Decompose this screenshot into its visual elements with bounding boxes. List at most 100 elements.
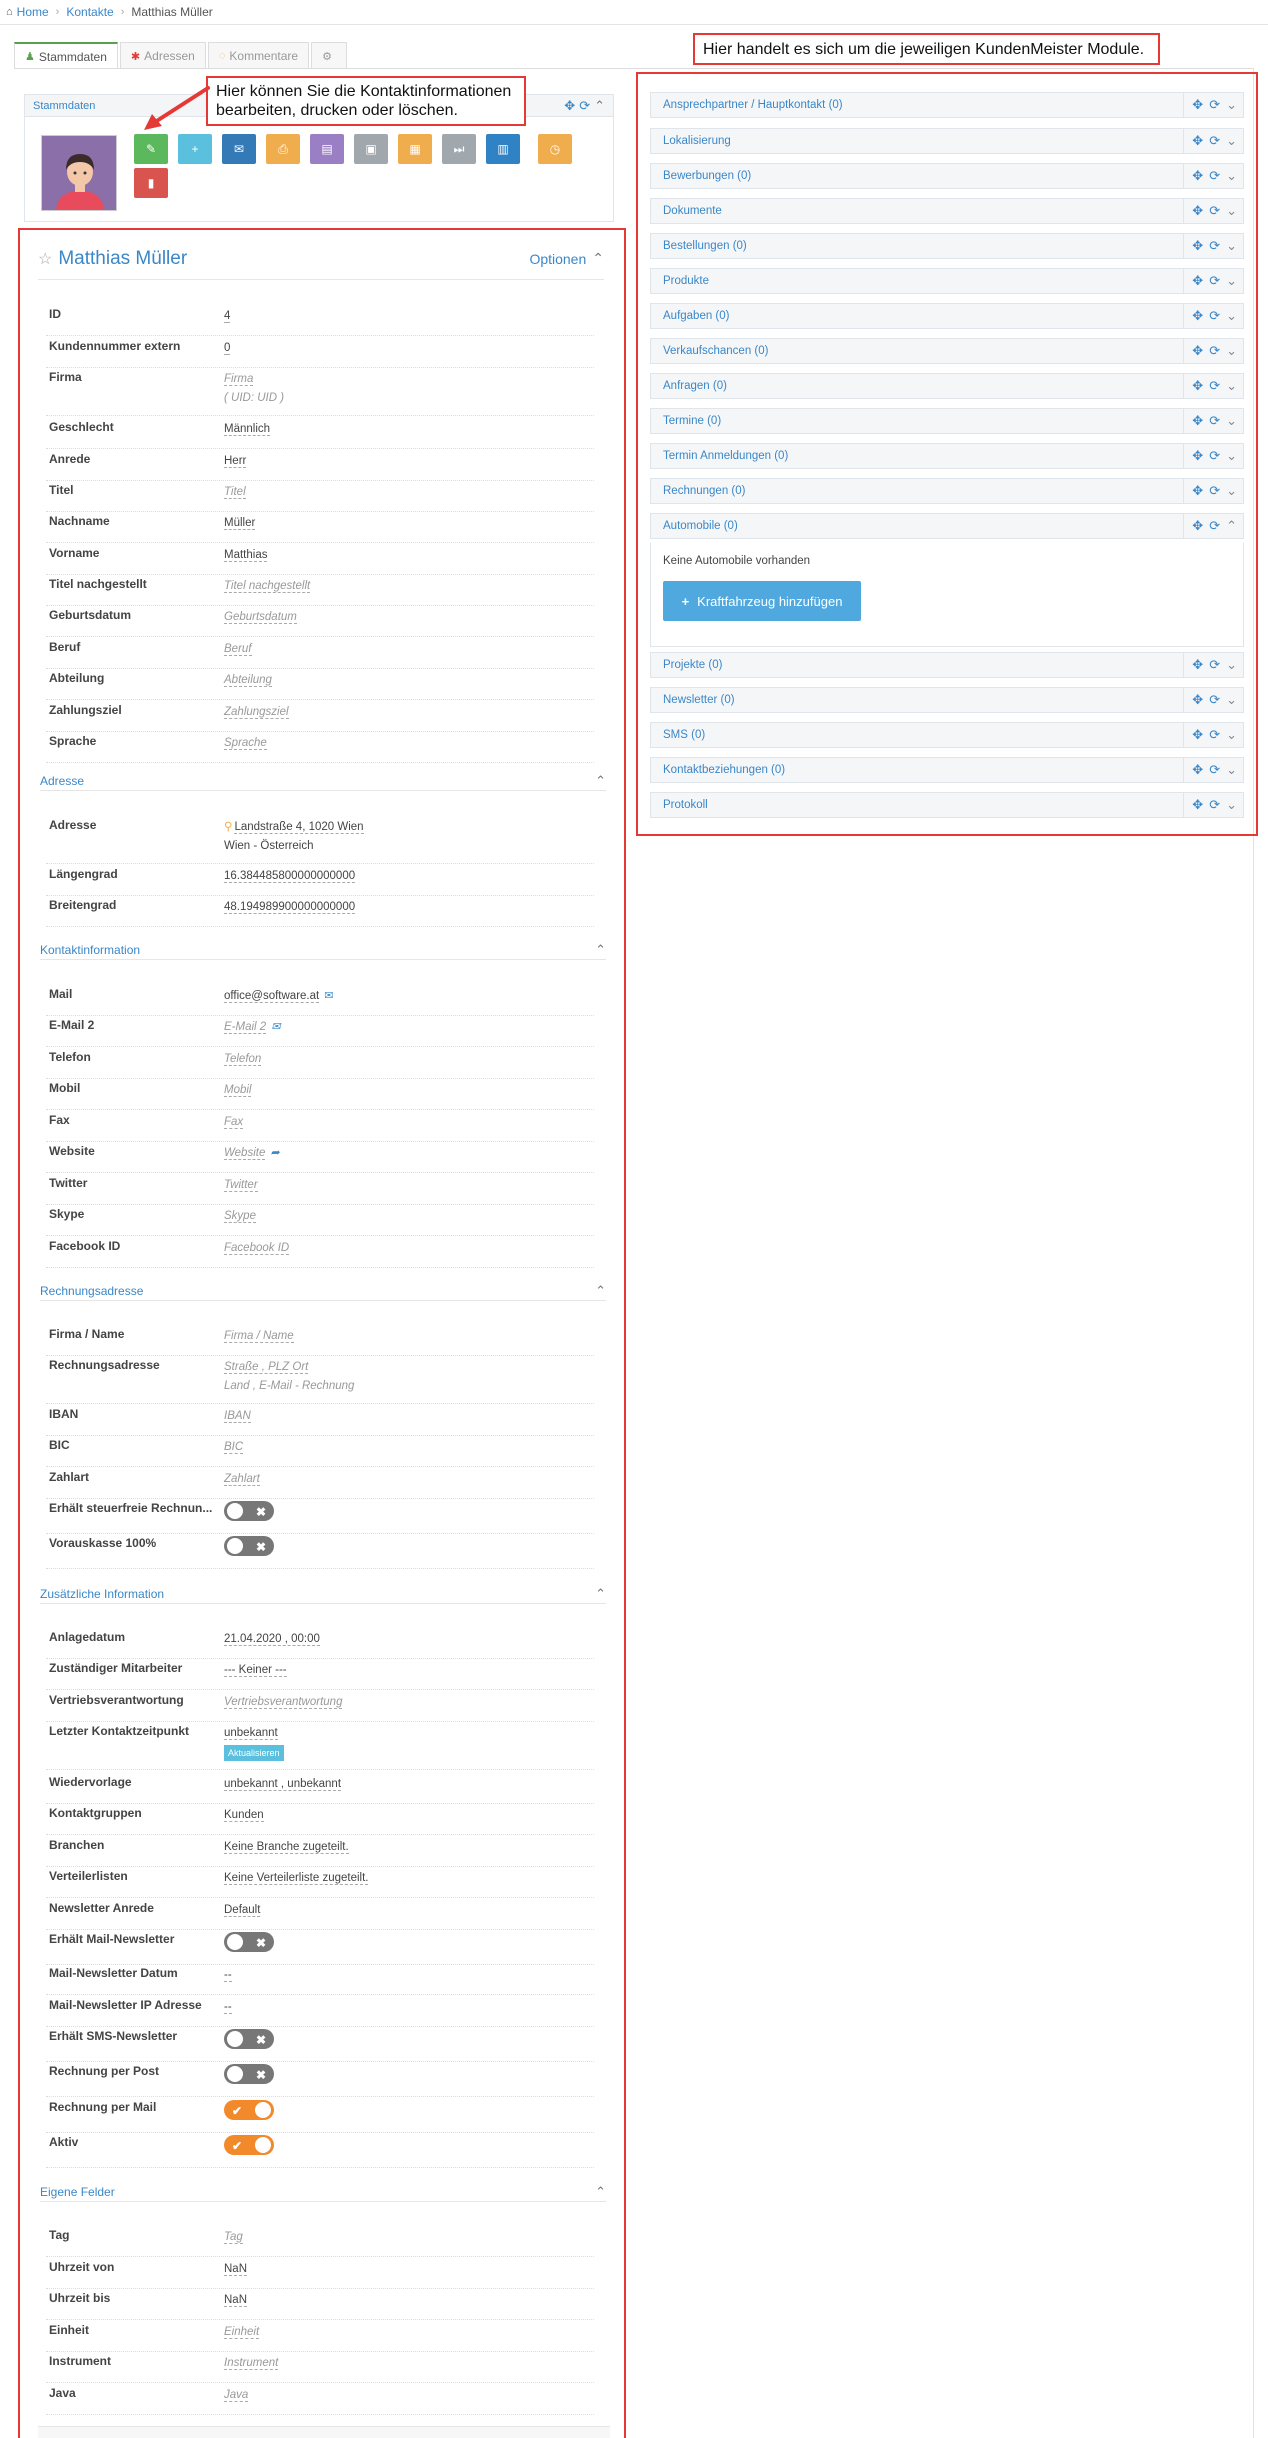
field-value-letzter_kontakt[interactable]: unbekannt Aktualisieren: [224, 1724, 284, 1763]
module-panel-header[interactable]: Lokalisierung ✥ ⟳ ⌄: [650, 128, 1244, 154]
toggle-switch[interactable]: ✔: [224, 2100, 274, 2120]
share-icon[interactable]: ➦: [270, 1147, 279, 1159]
section-rechnung[interactable]: Rechnungsadresse ⌃: [40, 1281, 606, 1301]
field-value-mitarbeiter[interactable]: --- Keiner ---: [224, 1661, 287, 1680]
module-title[interactable]: Newsletter (0): [663, 694, 735, 706]
module-panel-header[interactable]: Bestellungen (0) ✥ ⟳ ⌄: [650, 233, 1244, 259]
module-panel-header[interactable]: Ansprechpartner / Hauptkontakt (0) ✥ ⟳ ⌄: [650, 92, 1244, 118]
save-button[interactable]: ▦: [398, 134, 432, 164]
field-value-wiedervorlage[interactable]: unbekannt , unbekannt: [224, 1775, 342, 1794]
move-icon[interactable]: ✥: [1192, 238, 1203, 254]
module-panel-header[interactable]: Dokumente ✥ ⟳ ⌄: [650, 198, 1244, 224]
field-value-beruf[interactable]: Beruf: [224, 640, 252, 659]
move-icon[interactable]: ✥: [1192, 203, 1203, 219]
email-button[interactable]: ✉: [222, 134, 256, 164]
chevron-down-icon[interactable]: ⌄: [1226, 168, 1237, 184]
module-panel-header[interactable]: SMS (0) ✥ ⟳ ⌄: [650, 722, 1244, 748]
chevron-down-icon[interactable]: ⌄: [1226, 133, 1237, 149]
chevron-down-icon[interactable]: ⌄: [1226, 308, 1237, 324]
forward-button[interactable]: ⏭: [442, 134, 476, 164]
module-panel-header[interactable]: Verkaufschancen (0) ✥ ⟳ ⌄: [650, 338, 1244, 364]
field-value-zahlart[interactable]: Zahlart: [224, 1470, 260, 1489]
move-icon[interactable]: ✥: [1192, 448, 1203, 464]
move-icon[interactable]: ✥: [1192, 413, 1203, 429]
field-value-nachname[interactable]: Müller: [224, 514, 256, 533]
toggle-switch[interactable]: ✔: [224, 2135, 274, 2155]
move-icon[interactable]: ✥: [1192, 727, 1203, 743]
field-value-kundennummer[interactable]: 0: [224, 339, 231, 358]
chevron-down-icon[interactable]: ⌄: [1226, 727, 1237, 743]
toggle-switch[interactable]: ✖: [224, 1501, 274, 1521]
chevron-down-icon[interactable]: ⌄: [1226, 97, 1237, 113]
chevron-down-icon[interactable]: ⌄: [1226, 692, 1237, 708]
field-value-firma_name[interactable]: Firma / Name: [224, 1327, 294, 1346]
field-value-skype[interactable]: Skype: [224, 1207, 256, 1226]
module-title[interactable]: Bewerbungen (0): [663, 170, 751, 182]
chevron-down-icon[interactable]: ⌄: [1226, 378, 1237, 394]
refresh-icon[interactable]: ⟳: [1209, 133, 1220, 149]
module-title[interactable]: Bestellungen (0): [663, 240, 747, 252]
field-value-einheit[interactable]: Einheit: [224, 2323, 260, 2342]
field-value-tag[interactable]: Tag: [224, 2228, 243, 2247]
field-value-iban[interactable]: IBAN: [224, 1407, 251, 1426]
module-panel-header[interactable]: Newsletter (0) ✥ ⟳ ⌄: [650, 687, 1244, 713]
field-value-kontaktgruppen[interactable]: Kunden: [224, 1806, 264, 1825]
envelope-icon[interactable]: ✉: [271, 1021, 280, 1033]
tab-settings[interactable]: ⚙: [311, 42, 347, 69]
field-value-mobil[interactable]: Mobil: [224, 1081, 252, 1100]
pdf-button[interactable]: ▥: [486, 134, 520, 164]
refresh-icon[interactable]: ⟳: [1209, 238, 1220, 254]
envelope-icon[interactable]: ✉: [324, 990, 333, 1002]
image-button[interactable]: ▣: [354, 134, 388, 164]
field-value-vertrieb[interactable]: Vertriebsverantwortung: [224, 1693, 343, 1712]
move-icon[interactable]: ✥: [1192, 97, 1203, 113]
field-value-vorname[interactable]: Matthias: [224, 546, 268, 565]
move-icon[interactable]: ✥: [1192, 797, 1203, 813]
field-value-id[interactable]: 4: [224, 307, 231, 326]
timer-button[interactable]: ◷: [538, 134, 572, 164]
refresh-icon[interactable]: ⟳: [1209, 413, 1220, 429]
module-title[interactable]: SMS (0): [663, 729, 705, 741]
field-value-uhrzeit_von[interactable]: NaN: [224, 2260, 248, 2279]
refresh-icon[interactable]: ⟳: [1209, 203, 1220, 219]
module-title[interactable]: Kontaktbeziehungen (0): [663, 764, 785, 776]
refresh-icon[interactable]: ⟳: [1209, 378, 1220, 394]
section-adresse[interactable]: Adresse ⌃: [40, 771, 606, 791]
module-title[interactable]: Lokalisierung: [663, 135, 731, 147]
move-icon[interactable]: ✥: [1192, 692, 1203, 708]
toggle-switch[interactable]: ✖: [224, 2029, 274, 2049]
refresh-icon[interactable]: ⟳: [1209, 97, 1220, 113]
module-panel-header[interactable]: Kontaktbeziehungen (0) ✥ ⟳ ⌄: [650, 757, 1244, 783]
field-value-laengengrad[interactable]: 16.384485800000000000: [224, 867, 356, 886]
move-icon[interactable]: ✥: [1192, 657, 1203, 673]
module-title[interactable]: Termine (0): [663, 415, 721, 427]
document-button[interactable]: ▤: [310, 134, 344, 164]
move-icon[interactable]: ✥: [564, 98, 575, 114]
module-panel-header[interactable]: Anfragen (0) ✥ ⟳ ⌄: [650, 373, 1244, 399]
tab-adressen[interactable]: ✱ Adressen: [119, 42, 206, 69]
chevron-down-icon[interactable]: ⌄: [1226, 343, 1237, 359]
field-value-twitter[interactable]: Twitter: [224, 1176, 258, 1195]
chevron-down-icon[interactable]: ⌄: [1226, 762, 1237, 778]
field-value-titel_nach[interactable]: Titel nachgestellt: [224, 577, 311, 596]
module-title[interactable]: Aufgaben (0): [663, 310, 730, 322]
chevron-down-icon[interactable]: ⌄: [1226, 413, 1237, 429]
field-value-mail[interactable]: office@software.at ✉: [224, 987, 333, 1006]
chevron-up-icon[interactable]: ⌃: [595, 942, 606, 958]
toggle-switch[interactable]: ✖: [224, 1536, 274, 1556]
module-title[interactable]: Projekte (0): [663, 659, 722, 671]
chevron-down-icon[interactable]: ⌄: [1226, 797, 1237, 813]
move-icon[interactable]: ✥: [1192, 378, 1203, 394]
field-value-adresse[interactable]: ⚲ Landstraße 4, 1020 Wien Wien - Österreic…: [224, 818, 364, 856]
field-value-newsletter_ip[interactable]: --: [224, 1998, 232, 2017]
move-icon[interactable]: ✥: [1192, 518, 1203, 534]
section-kontakt[interactable]: Kontaktinformation ⌃: [40, 940, 606, 960]
toggle-switch[interactable]: ✖: [224, 1932, 274, 1952]
field-value-anlagedatum[interactable]: 21.04.2020 , 00:00: [224, 1630, 320, 1649]
module-panel-header[interactable]: Termin Anmeldungen (0) ✥ ⟳ ⌄: [650, 443, 1244, 469]
move-icon[interactable]: ✥: [1192, 762, 1203, 778]
field-value-bic[interactable]: BIC: [224, 1438, 244, 1457]
field-value-sprache[interactable]: Sprache: [224, 734, 267, 753]
section-zusatz[interactable]: Zusätzliche Information ⌃: [40, 1584, 606, 1604]
chevron-up-icon[interactable]: ⌃: [1226, 518, 1237, 534]
